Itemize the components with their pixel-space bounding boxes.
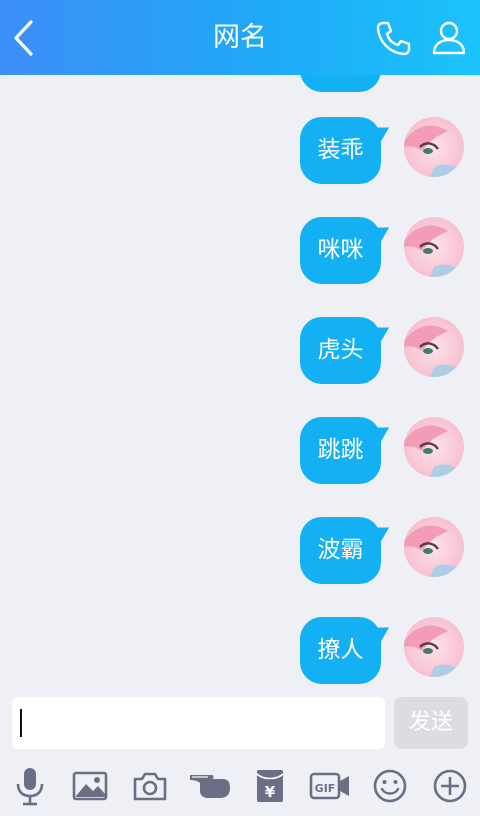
message-bubble[interactable]: 跳跳	[300, 417, 381, 484]
profile-button[interactable]	[426, 0, 472, 75]
text-caret	[20, 709, 22, 737]
message-bubble[interactable]: 波霸	[300, 517, 381, 584]
send-button[interactable]: 发送	[394, 697, 468, 749]
emoji-icon	[373, 769, 407, 803]
red-packet-icon: ¥	[256, 770, 284, 802]
avatar[interactable]	[404, 317, 464, 377]
message-list[interactable]: 装乖 咪咪 虎头 跳跳 波霸 撩人	[0, 75, 480, 691]
message-bubble[interactable]: 撩人	[300, 617, 381, 684]
poke-button[interactable]	[188, 764, 232, 808]
gif-button[interactable]: GIF	[308, 764, 352, 808]
more-button[interactable]	[428, 764, 472, 808]
microphone-icon	[16, 768, 44, 806]
message-bubble[interactable]: 咪咪	[300, 217, 381, 284]
call-button[interactable]	[370, 0, 416, 75]
message-bubble[interactable]: 装乖	[300, 117, 381, 184]
red-packet-button[interactable]: ¥	[248, 764, 292, 808]
person-icon	[432, 21, 466, 54]
phone-icon	[376, 21, 411, 55]
emoji-button[interactable]	[368, 764, 412, 808]
message-bubble-partial[interactable]	[300, 75, 381, 92]
image-icon	[72, 771, 108, 801]
svg-text:¥: ¥	[265, 783, 276, 801]
poke-hand-icon	[190, 775, 230, 798]
message-input[interactable]	[12, 697, 385, 749]
svg-text:GIF: GIF	[315, 782, 336, 795]
voice-button[interactable]	[8, 764, 52, 808]
avatar[interactable]	[404, 417, 464, 477]
avatar[interactable]	[404, 517, 464, 577]
avatar[interactable]	[404, 617, 464, 677]
camera-icon	[133, 772, 167, 801]
composer: 发送	[0, 691, 480, 756]
avatar[interactable]	[404, 117, 464, 177]
chat-header: 网名	[0, 0, 480, 75]
avatar[interactable]	[404, 217, 464, 277]
input-toolbar: ¥ GIF	[0, 756, 480, 816]
gif-icon: GIF	[309, 772, 349, 800]
message-bubble[interactable]: 虎头	[300, 317, 381, 384]
camera-button[interactable]	[128, 764, 172, 808]
image-button[interactable]	[68, 764, 112, 808]
plus-icon	[433, 769, 467, 803]
